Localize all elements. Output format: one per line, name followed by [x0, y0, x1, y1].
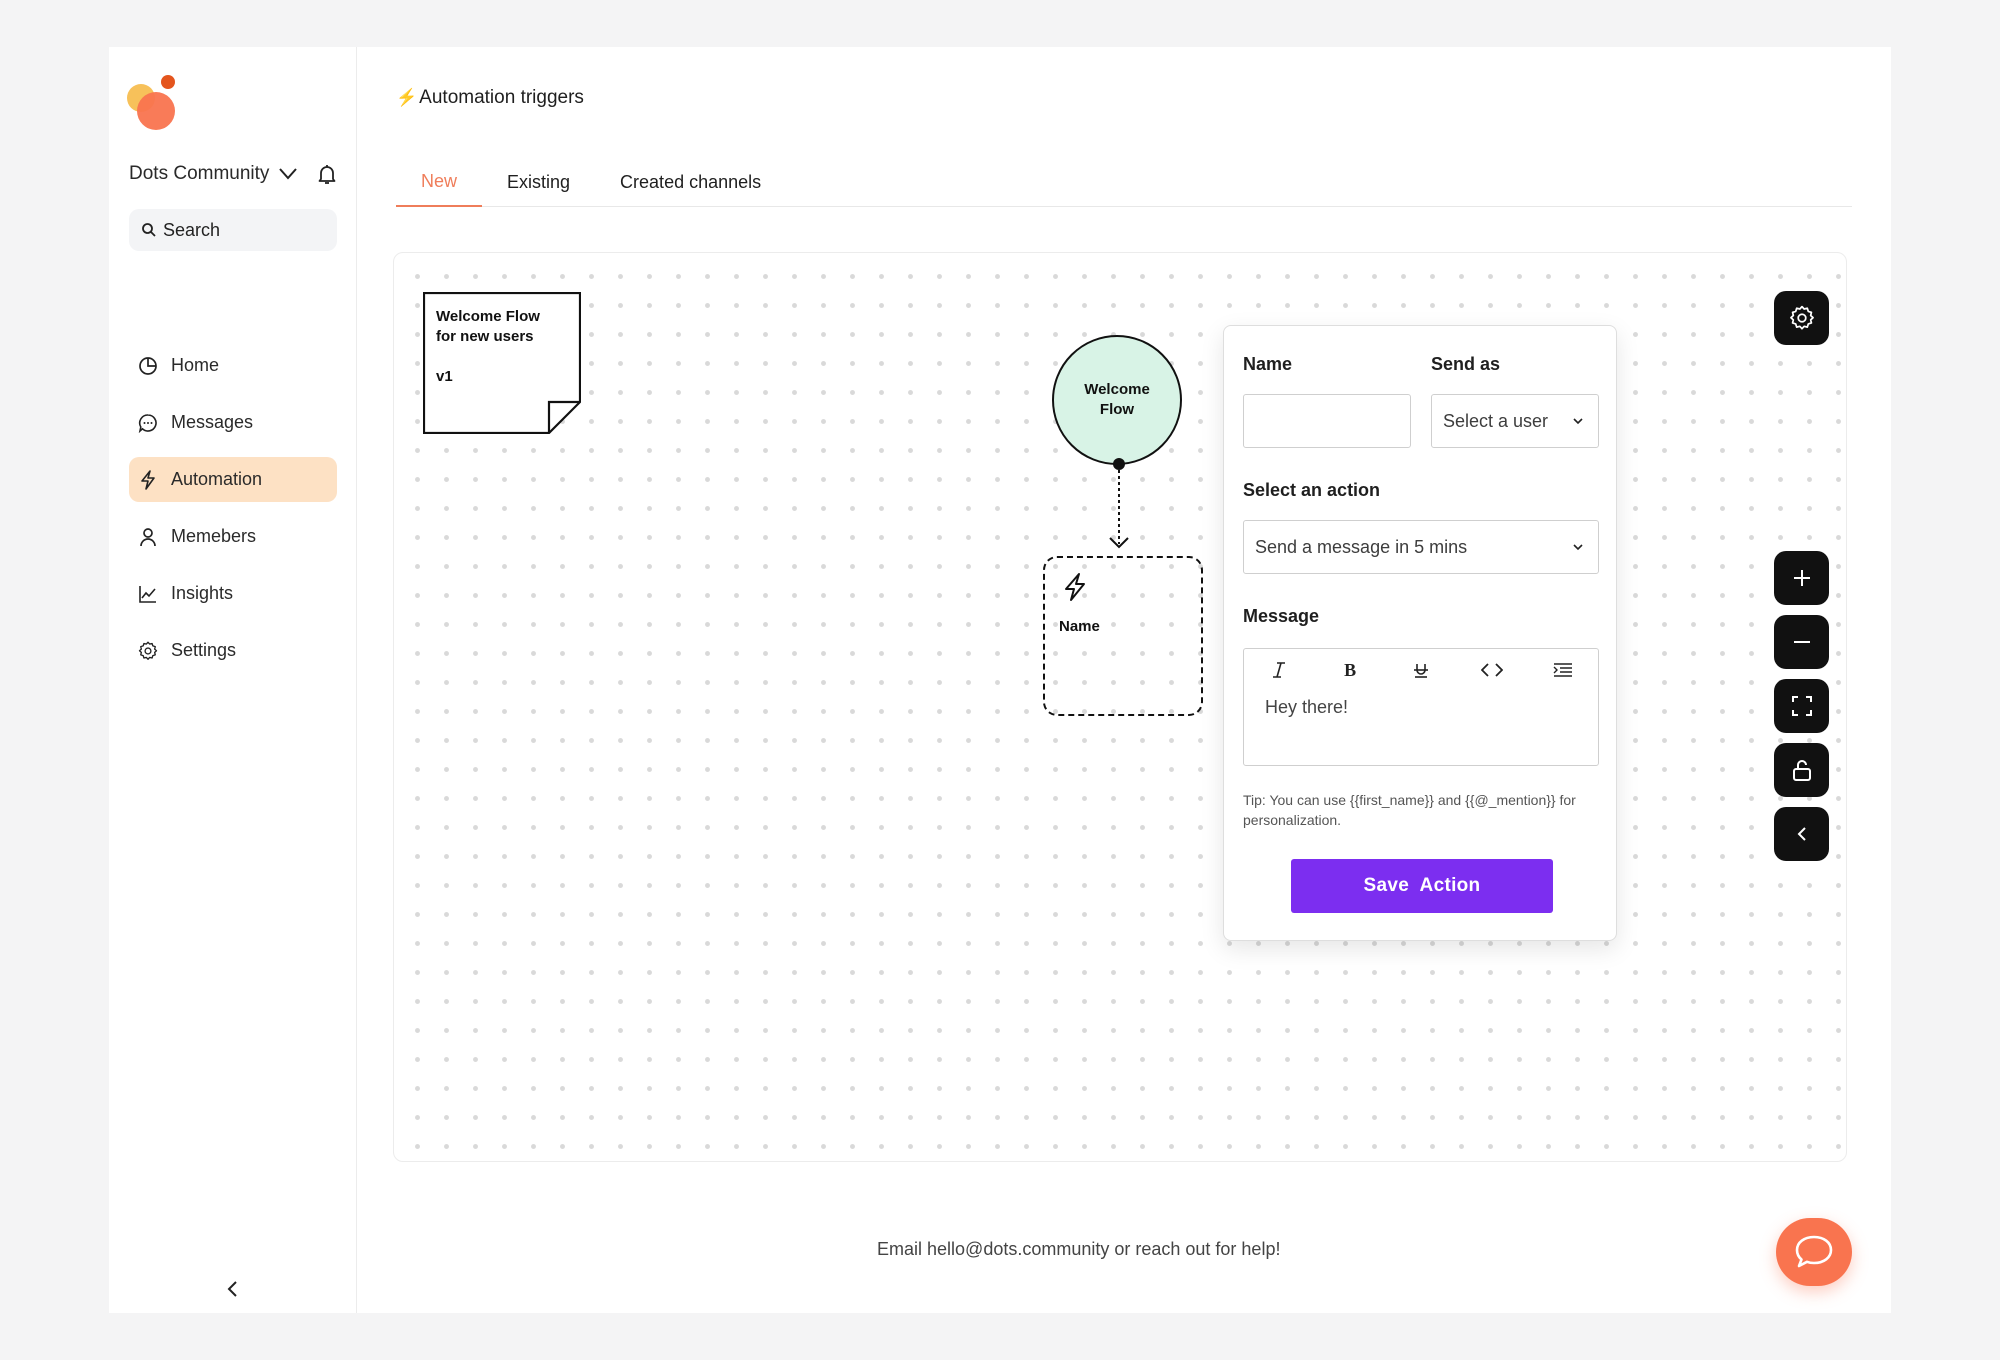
sidebar-item-home[interactable]: Home: [129, 343, 337, 388]
brand-logo: [127, 75, 187, 131]
sidebar-item-messages[interactable]: Messages: [129, 400, 337, 445]
chat-support-button[interactable]: [1776, 1218, 1852, 1286]
action-config-panel: Name Send as Select a user Select an act…: [1223, 325, 1617, 941]
workspace-name: Dots Community: [129, 163, 270, 184]
unlock-icon: [1792, 760, 1811, 781]
message-label: Message: [1243, 606, 1320, 626]
chat-bubble-icon: [1795, 1235, 1833, 1268]
lock-canvas-button[interactable]: [1774, 743, 1829, 797]
line-chart-icon: [137, 583, 159, 605]
action-label: Select an action: [1243, 480, 1381, 500]
strikethrough-icon[interactable]: [1408, 657, 1434, 683]
note-title: Welcome Flow for new users: [436, 308, 540, 345]
action-node-label: Name: [1059, 618, 1100, 635]
plus-icon: [1793, 570, 1810, 586]
trigger-node[interactable]: Welcome Flow: [1052, 335, 1182, 465]
search-box[interactable]: Search: [129, 209, 337, 251]
zoom-in-button[interactable]: [1774, 551, 1829, 605]
sidebar-item-label: Settings: [171, 640, 237, 660]
bold-icon[interactable]: B: [1337, 657, 1363, 683]
action-value: Send a message in 5 mins: [1255, 536, 1468, 557]
lightning-icon: ⚡: [396, 88, 418, 107]
editor-toolbar: B: [1244, 657, 1598, 683]
flow-connector: [1109, 458, 1129, 549]
gear-icon: [137, 640, 159, 662]
list-icon[interactable]: [1550, 657, 1576, 683]
sidebar-item-label: Messages: [171, 412, 254, 432]
tab-created-channels[interactable]: Created channels: [595, 157, 786, 207]
collapse-sidebar-icon[interactable]: [223, 1279, 243, 1299]
search-label: Search: [163, 219, 221, 240]
gear-icon: [1789, 305, 1814, 330]
sticky-note[interactable]: Welcome Flow for new users v1: [423, 292, 581, 434]
send-as-value: Select a user: [1443, 410, 1549, 431]
action-node[interactable]: Name: [1043, 556, 1203, 716]
fullscreen-icon: [1791, 696, 1812, 716]
main-content: ⚡ Automation triggers New Existing Creat…: [357, 47, 1891, 1313]
workspace-switcher[interactable]: Dots Community: [129, 159, 339, 189]
sidebar-item-insights[interactable]: Insights: [129, 571, 337, 616]
bell-icon[interactable]: [315, 162, 339, 186]
send-as-select[interactable]: Select a user: [1431, 394, 1599, 448]
chat-bubble-icon: [137, 412, 159, 434]
name-label: Name: [1243, 354, 1293, 374]
tab-bar: New Existing Created channels: [396, 157, 1852, 207]
pie-chart-icon: [137, 355, 159, 377]
flow-canvas[interactable]: Welcome Flow for new users v1 Welcome Fl…: [393, 252, 1847, 1162]
sidebar-nav: Home Messages Automation Memebers Insigh…: [129, 343, 337, 685]
sidebar-item-label: Automation: [171, 469, 263, 489]
chevron-left-icon: [1797, 827, 1806, 841]
note-version: v1: [436, 368, 453, 385]
lightning-icon: [1065, 573, 1085, 601]
lightning-icon: [137, 469, 159, 491]
canvas-settings-button[interactable]: [1774, 291, 1829, 345]
chevron-down-icon: [1573, 418, 1583, 425]
tab-existing[interactable]: Existing: [482, 157, 595, 207]
italic-icon[interactable]: [1266, 657, 1292, 683]
sidebar-item-label: Memebers: [171, 526, 257, 546]
sidebar-item-label: Insights: [171, 583, 234, 603]
help-text: Email hello@dots.community or reach out …: [877, 1239, 1281, 1259]
chevron-down-icon: [1573, 544, 1583, 551]
name-input[interactable]: [1243, 394, 1411, 448]
app-window: Dots Community Search Home Messages Auto…: [109, 47, 1891, 1313]
chevron-down-icon: [279, 168, 298, 180]
send-as-label: Send as: [1431, 354, 1501, 374]
personalization-tip: Tip: You can use {{first_name}} and {{@_…: [1243, 792, 1576, 828]
user-icon: [137, 526, 159, 548]
search-icon: [142, 223, 156, 237]
sidebar-item-members[interactable]: Memebers: [129, 514, 337, 559]
message-text: Hey there!: [1265, 697, 1349, 717]
sidebar-item-settings[interactable]: Settings: [129, 628, 337, 673]
message-editor[interactable]: B Hey there!: [1243, 648, 1599, 766]
code-icon[interactable]: [1479, 657, 1505, 683]
fit-view-button[interactable]: [1774, 679, 1829, 733]
sidebar-item-label: Home: [171, 355, 220, 375]
sidebar: Dots Community Search Home Messages Auto…: [109, 47, 357, 1313]
minus-icon: [1793, 641, 1810, 643]
tab-new[interactable]: New: [396, 157, 483, 207]
sidebar-item-automation[interactable]: Automation: [129, 457, 337, 502]
trigger-node-label: Welcome Flow: [1084, 381, 1150, 418]
zoom-out-button[interactable]: [1774, 615, 1829, 669]
save-action-button[interactable]: Save Action: [1291, 859, 1553, 913]
collapse-panel-button[interactable]: [1774, 807, 1829, 861]
action-select[interactable]: Send a message in 5 mins: [1243, 520, 1599, 574]
page-title: ⚡ Automation triggers: [396, 87, 584, 108]
